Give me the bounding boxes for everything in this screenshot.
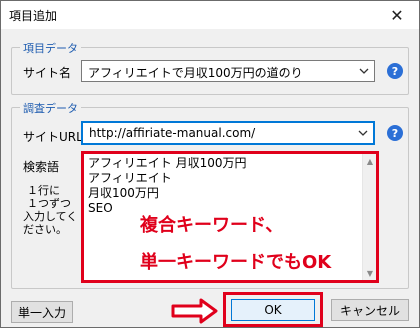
window-title: 項目追加	[9, 9, 58, 23]
arrow-right-icon	[171, 298, 218, 324]
annotation-single-keywords: 単一キーワードでもOK	[140, 252, 332, 273]
site-url-label: サイトURL	[23, 130, 83, 144]
item-data-legend: 項目データ	[20, 40, 81, 56]
help-icon[interactable]: ?	[387, 125, 403, 141]
annotation-compound-keywords: 複合キーワード、	[140, 215, 284, 236]
keyword-line: 月収100万円	[88, 186, 159, 200]
ok-button[interactable]: OK	[231, 299, 315, 321]
keyword-line: アフィリエイト	[88, 171, 172, 185]
keywords-scrollbar[interactable]: ▲ ▼	[362, 154, 376, 280]
site-url-combo[interactable]: http://affiriate-manual.com/	[81, 121, 375, 145]
chevron-down-icon[interactable]	[354, 61, 374, 81]
site-name-combo[interactable]: アフィリエイトで月収100万円の道のり	[81, 60, 375, 82]
title-bar: 項目追加 ✕	[1, 1, 419, 29]
keywords-label: 検索語	[23, 160, 60, 174]
site-name-value: アフィリエイトで月収100万円の道のり	[88, 66, 303, 80]
chevron-down-icon[interactable]	[353, 123, 373, 143]
research-data-legend: 調査データ	[20, 100, 81, 116]
scroll-down-icon[interactable]: ▼	[363, 266, 377, 280]
keywords-textarea[interactable]: アフィリエイト 月収100万円 アフィリエイト 月収100万円 SEO 複合キー…	[81, 151, 379, 283]
scroll-up-icon[interactable]: ▲	[363, 154, 377, 168]
keywords-note-line: １つずつ	[27, 197, 71, 210]
help-icon[interactable]: ?	[387, 63, 403, 79]
keywords-note-line: １行に	[27, 184, 60, 197]
single-input-button[interactable]: 単一入力	[11, 301, 73, 323]
keywords-note-line: ださい。	[23, 223, 67, 236]
keywords-note-line: 入力してく	[23, 210, 78, 223]
site-url-value: http://affiriate-manual.com/	[89, 126, 256, 140]
add-item-dialog: 項目追加 ✕ 項目データ サイト名 アフィリエイトで月収100万円の道のり ? …	[0, 0, 420, 328]
cancel-button[interactable]: キャンセル	[331, 299, 409, 321]
site-name-label: サイト名	[23, 66, 72, 80]
keyword-line: アフィリエイト 月収100万円	[88, 156, 247, 170]
close-icon[interactable]: ✕	[375, 1, 419, 29]
